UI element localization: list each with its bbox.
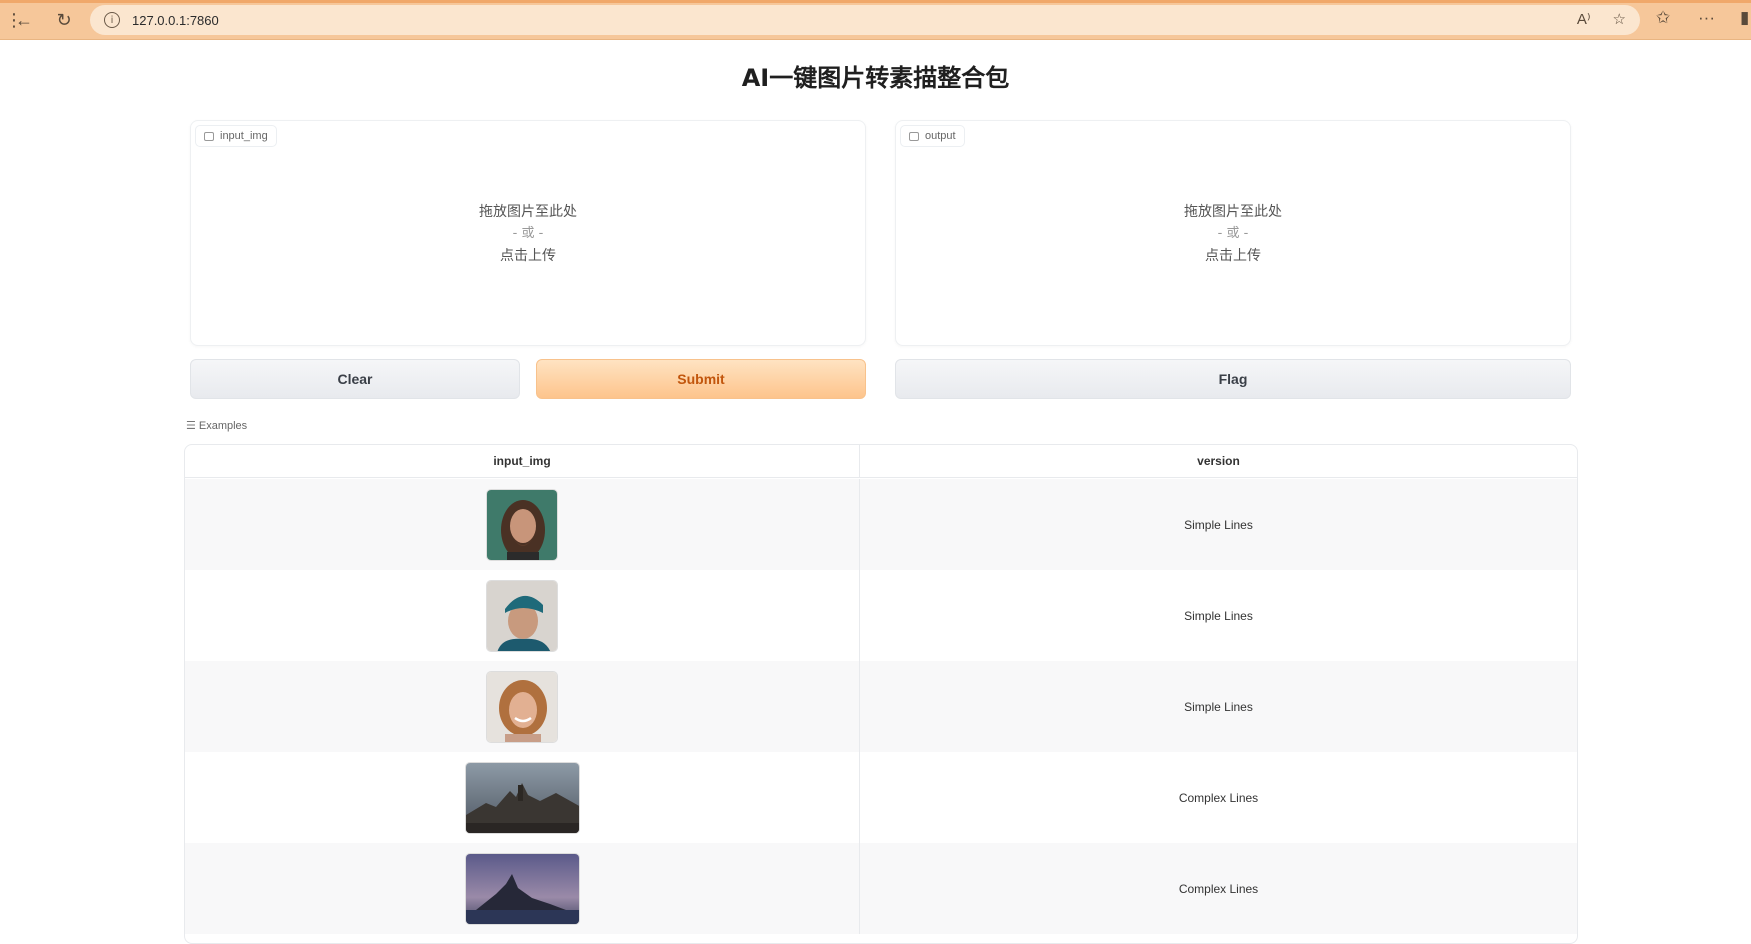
example-image-cell[interactable]	[185, 479, 860, 570]
input-image-label-text: input_img	[220, 130, 268, 142]
example-version-cell[interactable]: Complex Lines	[860, 843, 1577, 934]
more-menu-icon[interactable]: ···	[1698, 8, 1715, 28]
example-version-cell[interactable]: Simple Lines	[860, 570, 1577, 661]
example-version-cell[interactable]: Complex Lines	[860, 752, 1577, 843]
refresh-icon[interactable]: ↻	[52, 8, 76, 32]
header-version: version	[1197, 454, 1240, 468]
examples-table: input_img version Simple Lines Simple Li…	[184, 444, 1578, 944]
or-text: - 或 -	[1217, 226, 1249, 241]
example-thumbnail[interactable]	[486, 579, 558, 652]
browser-accent-line	[0, 0, 1751, 3]
flag-button[interactable]: Flag	[895, 359, 1571, 399]
or-text: - 或 -	[512, 226, 544, 241]
edge-sidebar-icon[interactable]: ▮	[1740, 8, 1749, 28]
table-row[interactable]: Complex Lines	[185, 752, 1577, 843]
submit-button[interactable]: Submit	[536, 359, 866, 399]
back-icon[interactable]: ←	[12, 8, 36, 32]
list-icon: ☰	[186, 420, 196, 432]
output-image-label: output	[900, 125, 965, 147]
examples-label: ☰ Examples	[186, 419, 247, 432]
example-version-cell[interactable]: Simple Lines	[860, 661, 1577, 752]
output-image-panel[interactable]: output 拖放图片至此处 - 或 - 点击上传	[895, 120, 1571, 346]
image-icon	[204, 132, 214, 141]
example-image-cell[interactable]	[185, 661, 860, 752]
header-input-img: input_img	[185, 445, 860, 478]
output-image-label-text: output	[925, 130, 956, 142]
table-row[interactable]: Simple Lines	[185, 661, 1577, 752]
examples-label-text: Examples	[198, 420, 248, 432]
read-aloud-icon[interactable]: A⁾	[1577, 10, 1591, 28]
input-image-label: input_img	[195, 125, 277, 147]
example-image-cell[interactable]	[185, 570, 860, 661]
table-row[interactable]: Simple Lines	[185, 479, 1577, 570]
site-info-icon[interactable]: i	[104, 12, 120, 28]
page-title: AI一键图片转素描整合包	[741, 64, 1010, 92]
example-thumbnail[interactable]	[486, 488, 558, 561]
table-row[interactable]: Complex Lines	[185, 843, 1577, 934]
drop-text: 拖放图片至此处	[1184, 204, 1282, 220]
example-thumbnail[interactable]	[464, 852, 580, 925]
image-icon	[909, 132, 919, 141]
example-image-cell[interactable]	[185, 752, 860, 843]
favorite-star-icon[interactable]: ☆	[1613, 10, 1626, 28]
example-thumbnail[interactable]	[464, 761, 580, 834]
gradio-page: AI一键图片转素描整合包 input_img 拖放图片至此处 - 或 - 点击上…	[0, 40, 1751, 944]
input-image-dropzone[interactable]: input_img 拖放图片至此处 - 或 - 点击上传	[190, 120, 866, 346]
upload-instructions[interactable]: 拖放图片至此处 - 或 - 点击上传	[191, 201, 865, 267]
table-row[interactable]: Simple Lines	[185, 570, 1577, 661]
browser-toolbar: ⋮ ← ↻ i 127.0.0.1:7860 A⁾ ☆ ✩ ··· ▮	[0, 0, 1751, 40]
address-url[interactable]: 127.0.0.1:7860	[132, 13, 219, 28]
address-bar[interactable]: i 127.0.0.1:7860 A⁾ ☆	[90, 5, 1640, 35]
favorites-list-icon[interactable]: ✩	[1656, 8, 1670, 28]
example-version-cell[interactable]: Simple Lines	[860, 479, 1577, 570]
output-upload-instructions[interactable]: 拖放图片至此处 - 或 - 点击上传	[896, 201, 1570, 267]
click-upload-text[interactable]: 点击上传	[191, 245, 865, 267]
example-thumbnail[interactable]	[486, 670, 558, 743]
drop-text: 拖放图片至此处	[479, 204, 577, 220]
example-image-cell[interactable]	[185, 843, 860, 934]
click-upload-text[interactable]: 点击上传	[896, 245, 1570, 267]
clear-button[interactable]: Clear	[190, 359, 520, 399]
examples-table-header: input_img version	[185, 445, 1577, 478]
